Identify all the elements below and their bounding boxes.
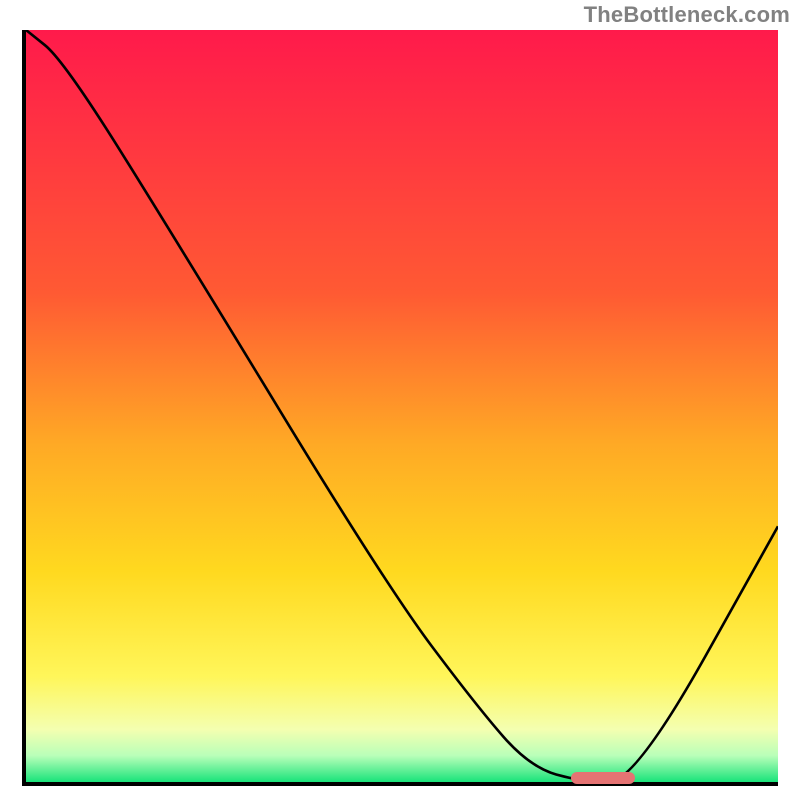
chart-root: TheBottleneck.com <box>0 0 800 800</box>
optimal-range-marker <box>571 772 635 784</box>
attribution-text: TheBottleneck.com <box>584 2 790 28</box>
plot-area <box>22 30 778 786</box>
bottleneck-curve <box>26 30 778 782</box>
curve-layer <box>26 30 778 782</box>
